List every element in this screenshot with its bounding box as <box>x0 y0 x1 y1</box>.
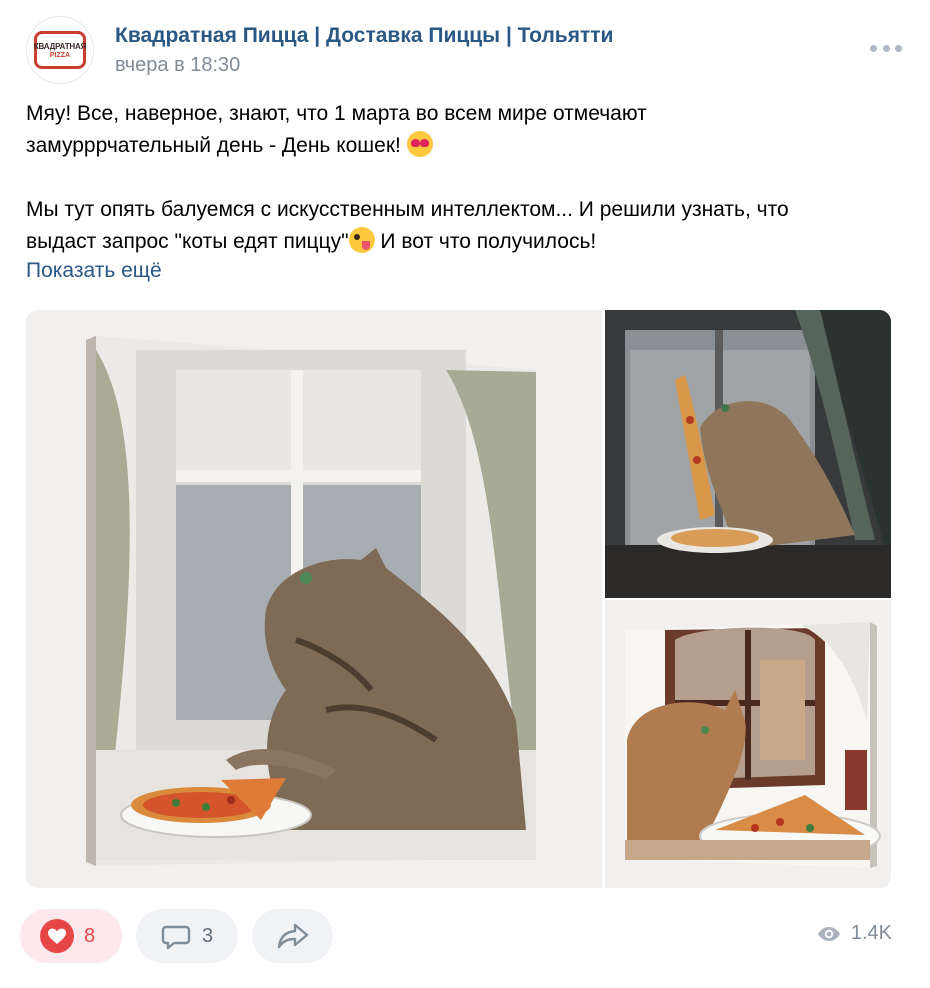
views-counter: 1.4K <box>817 922 892 945</box>
group-logo: КВАДРАТНАЯ PIZZA <box>34 31 86 69</box>
photo-cat-rainy-window[interactable] <box>605 310 891 598</box>
text-line: замурррчательный день - День кошек! <box>26 130 906 162</box>
dot <box>895 44 902 52</box>
photo-grid <box>26 310 891 888</box>
text-line: выдаст запрос "коты едят пиццу" И вот чт… <box>26 226 906 258</box>
photo-cat-pizza-cola[interactable] <box>605 600 891 888</box>
group-avatar[interactable]: КВАДРАТНАЯ PIZZA <box>26 16 94 84</box>
share-button[interactable] <box>252 909 333 963</box>
dot <box>882 44 890 52</box>
text-fragment: выдаст запрос "коты едят пиццу" <box>26 230 349 253</box>
likes-count: 8 <box>84 924 96 947</box>
text-line: Мяу! Все, наверное, знают, что 1 марта в… <box>26 102 647 125</box>
comment-button[interactable]: 3 <box>136 909 238 963</box>
comment-icon <box>161 925 191 950</box>
zany-face-emoji-icon <box>348 227 375 253</box>
text-line: Мы тут опять балуемся с искусственным ин… <box>26 198 789 221</box>
share-arrow-icon <box>277 923 308 949</box>
more-options-icon[interactable] <box>870 38 902 58</box>
group-name-link[interactable]: Квадратная Пицца | Доставка Пиццы | Толь… <box>115 24 613 48</box>
post-text: Мяу! Все, наверное, знают, что 1 марта в… <box>26 98 906 258</box>
photo-cat-window-canvas[interactable] <box>26 310 602 888</box>
views-count: 1.4K <box>850 922 892 944</box>
show-more-link[interactable]: Показать ещё <box>26 259 162 283</box>
photo-image <box>605 600 891 888</box>
post-timestamp[interactable]: вчера в 18:30 <box>115 54 240 77</box>
photo-image <box>605 310 891 598</box>
eye-icon <box>817 926 840 941</box>
heart-icon <box>40 919 74 953</box>
like-button[interactable]: 8 <box>20 909 122 963</box>
logo-text-top: КВАДРАТНАЯ <box>33 41 87 51</box>
heart-eyes-emoji-icon <box>406 131 433 157</box>
comments-count: 3 <box>202 924 214 947</box>
text-fragment: замурррчательный день - День кошек! <box>26 134 401 157</box>
photo-image <box>26 310 602 888</box>
logo-text-bottom: PIZZA <box>49 51 71 59</box>
post-header: КВАДРАТНАЯ PIZZA Квадратная Пицца | Дост… <box>26 16 904 84</box>
dot <box>870 44 877 52</box>
text-fragment: И вот что получилось! <box>380 230 597 253</box>
wall-post: КВАДРАТНАЯ PIZZA Квадратная Пицца | Дост… <box>0 0 930 988</box>
